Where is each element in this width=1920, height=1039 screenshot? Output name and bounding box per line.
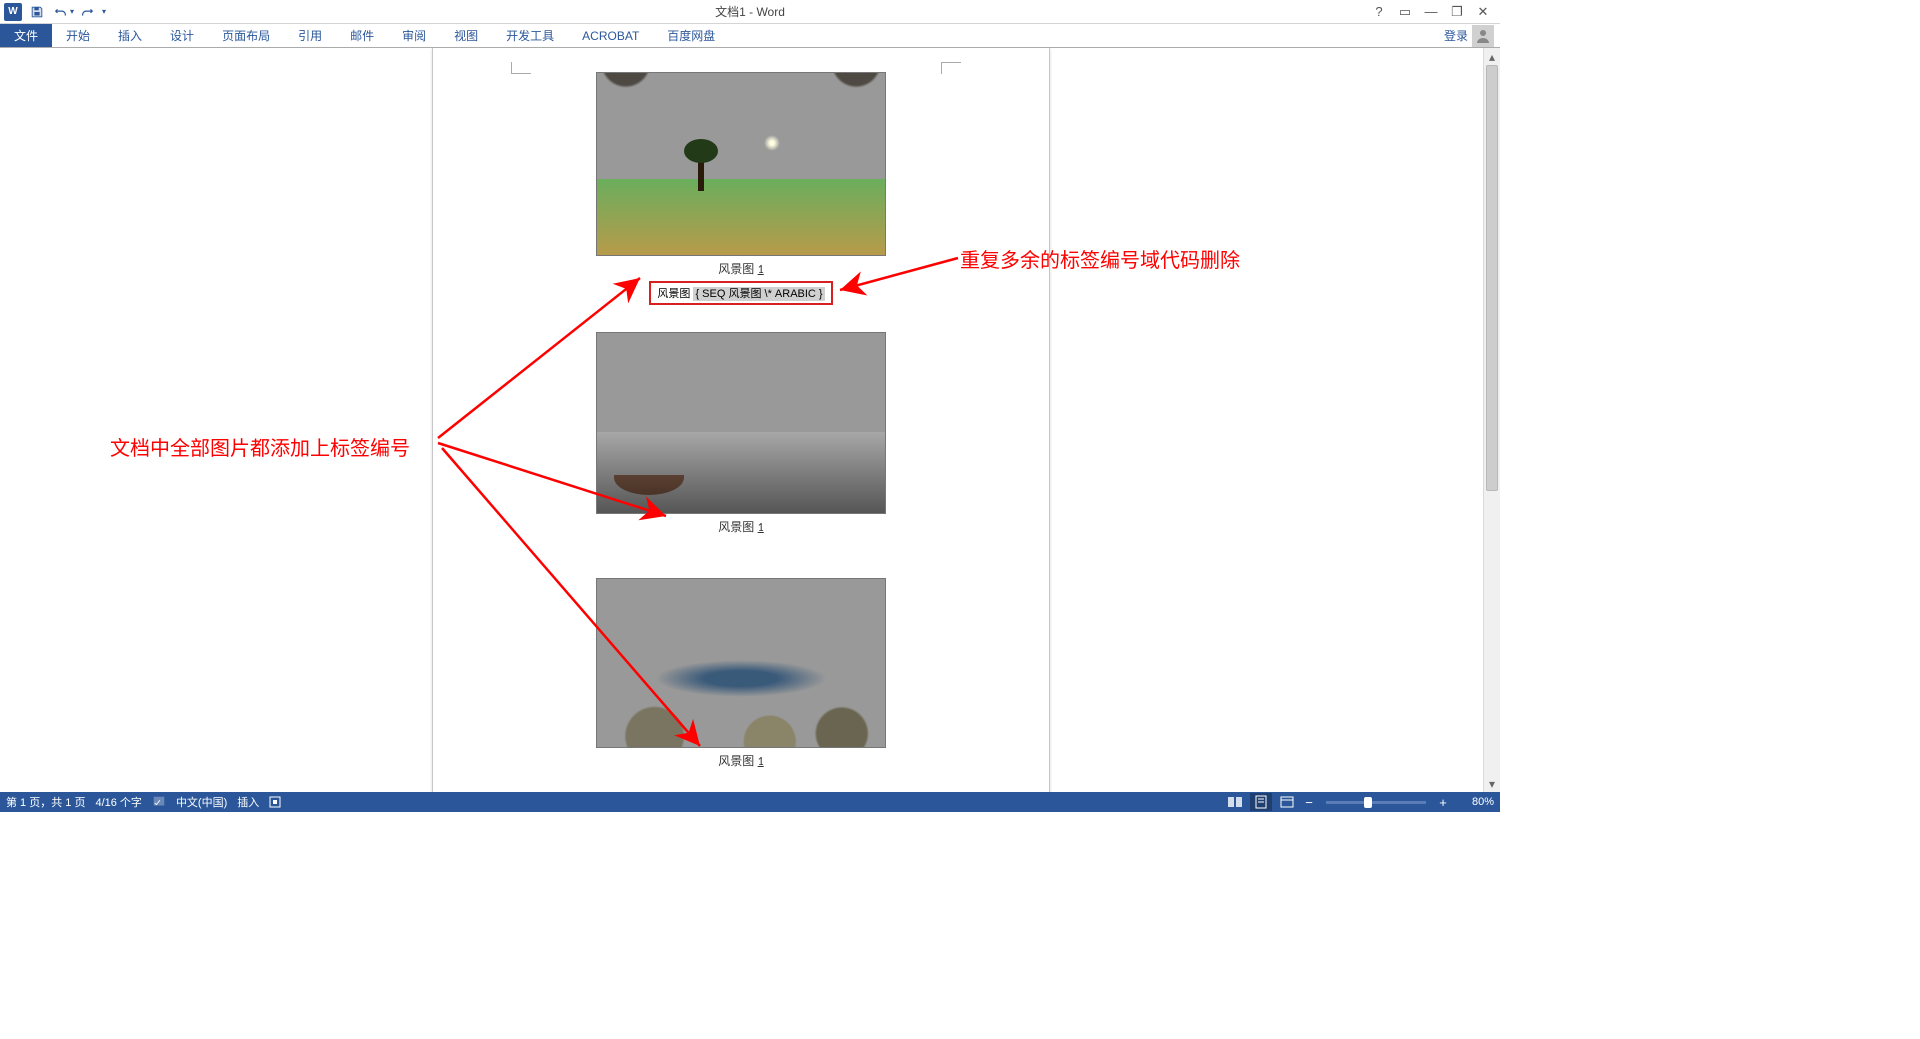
undo-dropdown-icon[interactable]: ▾ bbox=[70, 7, 74, 16]
document-page[interactable]: 风景图 1 风景图 { SEQ 风景图 \* ARABIC } 风景图 1 bbox=[432, 48, 1050, 792]
tab-developer[interactable]: 开发工具 bbox=[492, 24, 568, 47]
tab-insert[interactable]: 插入 bbox=[104, 24, 156, 47]
status-wordcount[interactable]: 4/16 个字 bbox=[95, 794, 141, 810]
inserted-image-1[interactable] bbox=[596, 72, 886, 256]
figure-block-1: 风景图 1 风景图 { SEQ 风景图 \* ARABIC } bbox=[596, 72, 886, 305]
quick-access-toolbar: ▾ ▾ bbox=[26, 1, 106, 23]
tab-references[interactable]: 引用 bbox=[284, 24, 336, 47]
help-button[interactable]: ? bbox=[1368, 2, 1390, 22]
seq-field-code[interactable]: { SEQ 风景图 \* ARABIC } bbox=[693, 287, 824, 301]
tab-view[interactable]: 视图 bbox=[440, 24, 492, 47]
zoom-slider[interactable] bbox=[1326, 801, 1426, 804]
signin-link[interactable]: 登录 bbox=[1444, 27, 1468, 44]
status-spellcheck-icon[interactable] bbox=[152, 795, 166, 809]
duplicate-field-code-box[interactable]: 风景图 { SEQ 风景图 \* ARABIC } bbox=[649, 281, 832, 305]
figure-block-2: 风景图 1 bbox=[596, 332, 886, 535]
status-bar: 第 1 页，共 1 页 4/16 个字 中文(中国) 插入 − + 80% bbox=[0, 792, 1500, 812]
caption-number: 1 bbox=[758, 521, 764, 535]
user-avatar-icon[interactable] bbox=[1472, 25, 1494, 47]
tab-design[interactable]: 设计 bbox=[156, 24, 208, 47]
zoom-in-button[interactable]: + bbox=[1436, 795, 1450, 809]
redo-button[interactable] bbox=[76, 1, 98, 23]
window-controls: ? ▭ — ❐ ✕ bbox=[1368, 2, 1500, 22]
caption-2[interactable]: 风景图 1 bbox=[596, 518, 886, 535]
status-page[interactable]: 第 1 页，共 1 页 bbox=[6, 794, 85, 810]
tab-acrobat[interactable]: ACROBAT bbox=[568, 24, 653, 47]
ribbon-display-options-button[interactable]: ▭ bbox=[1394, 2, 1416, 22]
caption-3[interactable]: 风景图 1 bbox=[596, 752, 886, 769]
margin-mark bbox=[511, 62, 531, 74]
qat-customize-icon[interactable]: ▾ bbox=[102, 7, 106, 16]
inserted-image-3[interactable] bbox=[596, 578, 886, 748]
tab-baidu[interactable]: 百度网盘 bbox=[653, 24, 729, 47]
caption-label: 风景图 bbox=[718, 262, 754, 276]
save-button[interactable] bbox=[26, 1, 48, 23]
ribbon-tabs: 文件 开始 插入 设计 页面布局 引用 邮件 审阅 视图 开发工具 ACROBA… bbox=[0, 24, 1500, 48]
tab-review[interactable]: 审阅 bbox=[388, 24, 440, 47]
restore-button[interactable]: ❐ bbox=[1446, 2, 1468, 22]
scroll-thumb[interactable] bbox=[1486, 65, 1498, 491]
title-bar: W ▾ ▾ 文档1 - Word ? ▭ — ❐ ✕ bbox=[0, 0, 1500, 24]
scroll-up-button[interactable]: ▴ bbox=[1484, 48, 1500, 65]
tab-home[interactable]: 开始 bbox=[52, 24, 104, 47]
caption-1[interactable]: 风景图 1 bbox=[596, 260, 886, 277]
figure-block-3: 风景图 1 bbox=[596, 578, 886, 769]
scroll-track[interactable] bbox=[1484, 65, 1500, 775]
caption-label: 风景图 bbox=[718, 520, 754, 534]
caption-number: 1 bbox=[758, 263, 764, 277]
field-label: 风景图 bbox=[657, 288, 693, 300]
status-macro-icon[interactable] bbox=[269, 796, 281, 808]
word-app-icon: W bbox=[4, 3, 22, 21]
tab-mailings[interactable]: 邮件 bbox=[336, 24, 388, 47]
view-read-mode-button[interactable] bbox=[1224, 793, 1246, 811]
caption-label: 风景图 bbox=[718, 754, 754, 768]
tab-layout[interactable]: 页面布局 bbox=[208, 24, 284, 47]
zoom-out-button[interactable]: − bbox=[1302, 795, 1316, 809]
minimize-button[interactable]: — bbox=[1420, 2, 1442, 22]
close-button[interactable]: ✕ bbox=[1472, 2, 1494, 22]
tab-file[interactable]: 文件 bbox=[0, 24, 52, 47]
zoom-slider-knob[interactable] bbox=[1364, 797, 1372, 808]
undo-button[interactable] bbox=[50, 1, 72, 23]
document-area: 风景图 1 风景图 { SEQ 风景图 \* ARABIC } 风景图 1 bbox=[0, 48, 1500, 792]
window-title: 文档1 - Word bbox=[715, 3, 785, 20]
zoom-level[interactable]: 80% bbox=[1454, 796, 1494, 808]
view-print-layout-button[interactable] bbox=[1250, 793, 1272, 811]
annotation-left: 文档中全部图片都添加上标签编号 bbox=[110, 432, 410, 461]
margin-mark bbox=[941, 62, 961, 74]
status-insert-mode[interactable]: 插入 bbox=[237, 794, 259, 810]
caption-number: 1 bbox=[758, 755, 764, 769]
vertical-scrollbar[interactable]: ▴ ▾ bbox=[1483, 48, 1500, 792]
inserted-image-2[interactable] bbox=[596, 332, 886, 514]
view-web-layout-button[interactable] bbox=[1276, 793, 1298, 811]
annotation-right: 重复多余的标签编号域代码删除 bbox=[960, 244, 1240, 273]
document-viewport[interactable]: 风景图 1 风景图 { SEQ 风景图 \* ARABIC } 风景图 1 bbox=[0, 48, 1483, 792]
scroll-down-button[interactable]: ▾ bbox=[1484, 775, 1500, 792]
status-language[interactable]: 中文(中国) bbox=[176, 794, 227, 810]
